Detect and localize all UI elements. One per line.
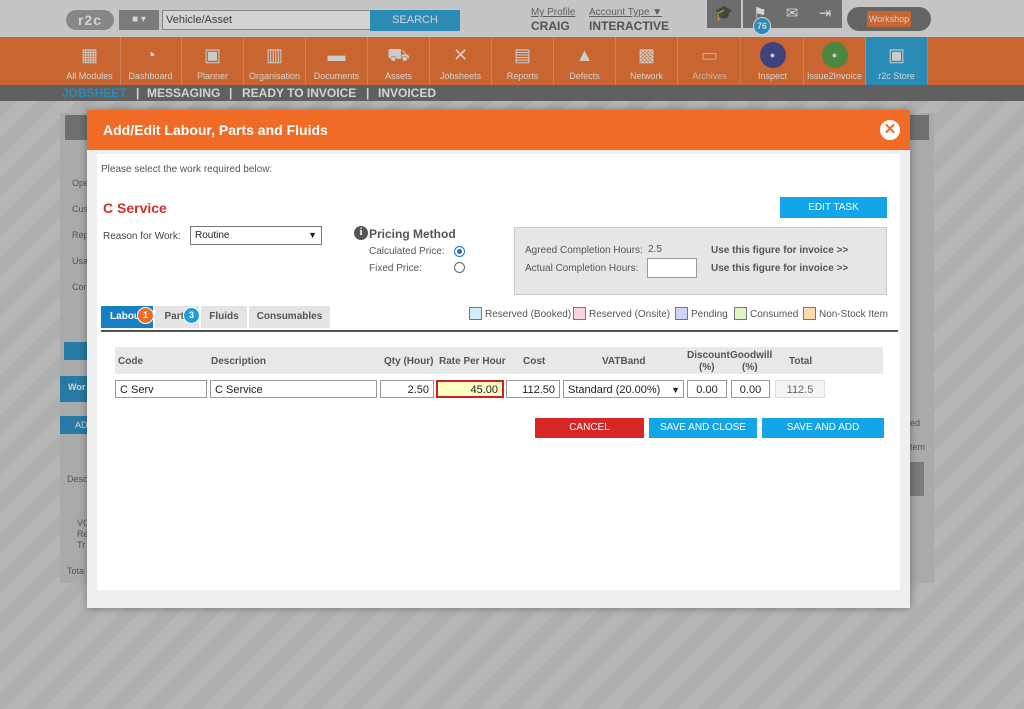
chevron-down-icon: ▼ [308,230,317,240]
info-icon: i [354,226,368,240]
col-goodwill-unit: (%) [742,362,758,373]
col-qty: Qty (Hour) [384,356,434,367]
use-agreed-figure-link[interactable]: Use this figure for invoice >> [711,245,848,256]
discount-input[interactable]: 0.00 [687,380,727,398]
col-code: Code [118,356,143,367]
col-rate: Rate Per Hour [439,356,506,367]
vatband-select[interactable]: Standard (20.00%) ▼ [563,380,684,398]
reason-for-work-value: Routine [195,230,230,241]
legend-swatch [469,307,482,320]
legend-label: Reserved (Booked) [485,309,572,321]
legend-swatch [734,307,747,320]
modal-title: Add/Edit Labour, Parts and Fluids [103,122,328,138]
col-cost: Cost [523,356,546,367]
cost-input[interactable]: 112.50 [506,380,560,398]
chevron-down-icon: ▼ [671,385,680,395]
reason-for-work-select[interactable]: Routine ▼ [190,226,322,245]
legend-non-stock: Non-Stock Item [803,307,888,321]
col-discount: Discount [687,350,730,361]
save-and-close-button[interactable]: SAVE AND CLOSE [649,418,757,438]
legend-label: Non-Stock Item [819,309,888,321]
actual-hours-input[interactable] [647,258,697,278]
total-value: 112.5 [775,380,825,398]
use-actual-figure-link[interactable]: Use this figure for invoice >> [711,263,848,274]
labour-parts-fluids-modal: Add/Edit Labour, Parts and Fluids ✕ Plea… [87,110,910,608]
legend-swatch [803,307,816,320]
tab-consumables[interactable]: Consumables [249,306,330,328]
completion-hours-panel: Agreed Completion Hours: 2.5 Use this fi… [514,227,887,295]
rate-per-hour-input[interactable]: 45.00 [436,380,504,398]
labour-table-header: Code Description Qty (Hour) Rate Per Hou… [115,347,883,374]
goodwill-input[interactable]: 0.00 [731,380,770,398]
fixed-price-label: Fixed Price: [369,263,422,274]
edit-task-button[interactable]: EDIT TASK [780,197,887,218]
code-input[interactable]: C Serv [115,380,207,398]
col-total: Total [789,356,813,367]
legend-pending: Pending [675,307,728,321]
pricing-method-title: Pricing Method [369,227,456,241]
legend-reserved-booked: Reserved (Booked) [469,307,572,321]
legend-swatch [573,307,586,320]
actual-hours-label: Actual Completion Hours: [525,263,639,274]
legend-label: Reserved (Onsite) [589,309,671,321]
labour-count-badge: 1 [137,307,154,324]
agreed-hours-label: Agreed Completion Hours: [525,245,643,256]
save-and-add-another-button[interactable]: SAVE AND ADD ANOTHER [762,418,884,453]
qty-hours-input[interactable]: 2.50 [380,380,434,398]
legend-swatch [675,307,688,320]
legend-consumed: Consumed [734,307,799,321]
close-icon[interactable]: ✕ [880,120,900,140]
calculated-price-radio[interactable] [454,246,465,257]
reason-for-work-label: Reason for Work: [103,231,181,242]
tab-fluids[interactable]: Fluids [201,306,247,328]
col-discount-unit: (%) [699,362,715,373]
legend-label: Pending [691,309,728,321]
col-description: Description [211,356,267,367]
modal-header: Add/Edit Labour, Parts and Fluids ✕ [87,110,910,150]
parts-count-badge: 3 [183,307,200,324]
agreed-hours-value: 2.5 [648,244,662,255]
vatband-value: Standard (20.00%) [568,384,661,396]
calculated-price-label: Calculated Price: [369,246,445,257]
description-input[interactable]: C Service [210,380,377,398]
instruction-text: Please select the work required below: [101,164,273,175]
fixed-price-radio[interactable] [454,262,465,273]
col-vatband: VATBand [602,356,646,367]
legend-label: Consumed [750,309,799,321]
service-title: C Service [103,200,167,216]
legend-reserved-onsite: Reserved (Onsite) [573,307,671,321]
col-goodwill: Goodwill [730,350,773,361]
cancel-button[interactable]: CANCEL [535,418,644,438]
modal-body: Please select the work required below: C… [97,154,900,590]
